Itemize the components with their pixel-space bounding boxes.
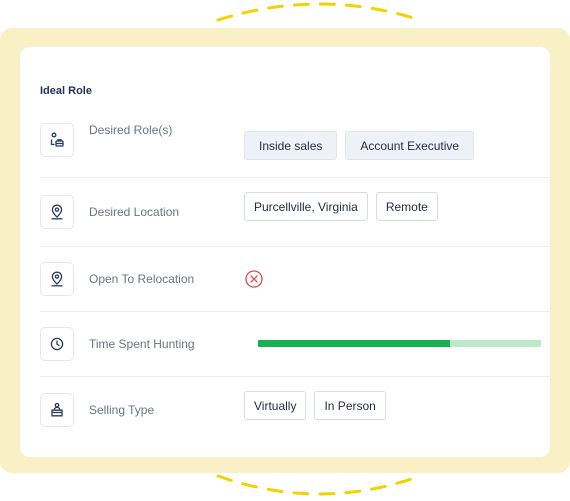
selling-type-chip: In Person bbox=[314, 391, 386, 420]
briefcase-person-icon bbox=[40, 123, 74, 157]
desired-roles-chips: Inside sales Account Executive bbox=[244, 131, 475, 160]
desired-location-label: Desired Location bbox=[89, 204, 180, 219]
open-to-relocation-label: Open To Relocation bbox=[89, 271, 195, 286]
location-chip: Purcellville, Virginia bbox=[244, 192, 368, 221]
role-chip: Account Executive bbox=[345, 131, 475, 160]
ideal-role-card: Ideal Role Desired Role(s) Inside sales … bbox=[20, 47, 550, 457]
desired-location-chips: Purcellville, Virginia Remote bbox=[244, 192, 438, 221]
selling-type-row: Selling Type Virtually In Person bbox=[40, 376, 550, 444]
desired-roles-row: Desired Role(s) Inside sales Account Exe… bbox=[40, 115, 550, 178]
time-spent-hunting-row: Time Spent Hunting bbox=[40, 311, 550, 377]
location-pin-icon bbox=[40, 194, 74, 229]
location-chip: Remote bbox=[375, 192, 438, 221]
clock-icon bbox=[40, 326, 74, 361]
x-circle-icon bbox=[245, 269, 263, 288]
sales-desk-icon bbox=[40, 393, 74, 427]
time-spent-progress-fill bbox=[258, 340, 451, 347]
selling-type-label: Selling Type bbox=[89, 403, 155, 417]
desired-roles-label: Desired Role(s) bbox=[89, 123, 173, 137]
time-spent-progress-bar bbox=[258, 340, 541, 347]
location-pin-icon bbox=[40, 261, 74, 296]
selling-type-chip: Virtually bbox=[244, 391, 307, 420]
desired-location-row: Desired Location Purcellville, Virginia … bbox=[40, 177, 550, 247]
section-title: Ideal Role bbox=[40, 85, 92, 97]
selling-type-chips: Virtually In Person bbox=[244, 391, 386, 420]
role-chip: Inside sales bbox=[244, 131, 338, 160]
open-to-relocation-row: Open To Relocation bbox=[40, 246, 550, 312]
time-spent-hunting-label: Time Spent Hunting bbox=[89, 336, 195, 351]
